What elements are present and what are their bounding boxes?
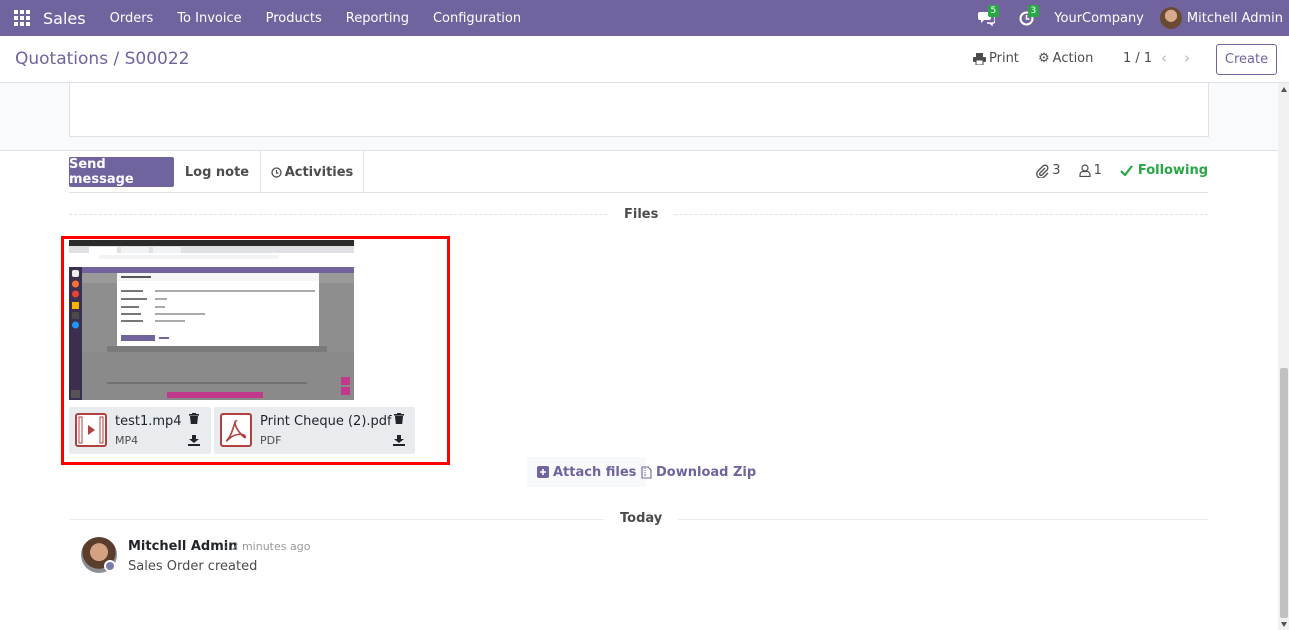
file-zip-icon <box>641 465 652 479</box>
menu-orders[interactable]: Orders <box>110 11 154 26</box>
plus-square-icon <box>537 466 549 478</box>
user-name: Mitchell Admin <box>1186 10 1283 26</box>
breadcrumb: Quotations / S00022 <box>15 49 189 69</box>
attachment-card-mp4[interactable]: test1.mp4 MP4 <box>69 407 211 454</box>
download-icon[interactable] <box>393 435 405 449</box>
control-panel: Quotations / S00022 Print ⚙ Action 1 / 1… <box>0 36 1289 83</box>
action-button[interactable]: ⚙ Action <box>1038 51 1093 66</box>
user-avatar <box>1159 7 1182 29</box>
breadcrumb-separator: / <box>113 49 120 69</box>
files-separator-label: Files <box>608 207 675 222</box>
pager-value[interactable]: 1 / 1 <box>1123 51 1152 66</box>
app-brand[interactable]: Sales <box>43 9 86 28</box>
print-label: Print <box>989 51 1019 66</box>
check-icon <box>1120 165 1133 176</box>
menu-to-invoice[interactable]: To Invoice <box>177 11 241 26</box>
following-label: Following <box>1137 163 1208 178</box>
menu-configuration[interactable]: Configuration <box>433 11 521 26</box>
attachment-name: test1.mp4 <box>115 414 182 429</box>
image-attachment-thumbnail[interactable] <box>69 240 354 400</box>
screenshot-preview-image <box>69 240 354 400</box>
attachments-count-button[interactable]: 3 <box>1035 163 1061 178</box>
gear-icon: ⚙ <box>1038 51 1050 66</box>
log-note-button[interactable]: Log note <box>174 157 260 187</box>
apps-menu-icon[interactable] <box>0 0 44 36</box>
action-label: Action <box>1052 51 1094 66</box>
following-button[interactable]: Following <box>1120 163 1208 178</box>
breadcrumb-quotations[interactable]: Quotations <box>15 49 108 69</box>
breadcrumb-current: S00022 <box>124 49 190 69</box>
trash-icon[interactable] <box>394 413 404 427</box>
followers-count: 1 <box>1093 163 1102 178</box>
attachments-count: 3 <box>1052 163 1061 178</box>
activities-label: Activities <box>284 164 354 180</box>
download-zip-button[interactable]: Download Zip <box>641 457 756 487</box>
paperclip-icon <box>1036 164 1049 178</box>
messaging-button[interactable]: 5 <box>966 0 1006 36</box>
menu-reporting[interactable]: Reporting <box>346 11 409 26</box>
trash-icon[interactable] <box>189 413 199 427</box>
attachment-type: MP4 <box>115 434 139 447</box>
attach-files-button[interactable]: Attach files <box>527 457 647 487</box>
company-switcher[interactable]: YourCompany <box>1054 11 1144 26</box>
chatter-topbar: Send message Log note Activities 3 1 Fol… <box>69 151 1208 193</box>
chatter-right-controls: 3 1 Following <box>1035 163 1208 178</box>
messages-badge: 5 <box>987 5 1000 17</box>
activities-badge: 3 <box>1027 5 1040 17</box>
followers-button[interactable]: 1 <box>1078 163 1102 178</box>
create-button[interactable]: Create <box>1216 44 1277 75</box>
message-date: - 2 minutes ago <box>224 540 311 553</box>
menu-products[interactable]: Products <box>266 11 322 26</box>
top-navbar: Sales Orders To Invoice Products Reporti… <box>0 0 1289 36</box>
print-button[interactable]: Print <box>973 51 1019 66</box>
printer-icon <box>973 52 986 65</box>
today-separator-label: Today <box>604 511 679 526</box>
attachment-type: PDF <box>260 434 282 447</box>
scroll-down-icon[interactable] <box>1281 622 1287 627</box>
user-icon <box>1078 164 1091 177</box>
pager-next-icon[interactable]: › <box>1184 49 1190 67</box>
presence-indicator <box>104 560 116 572</box>
download-icon[interactable] <box>188 435 200 449</box>
activities-button[interactable]: 3 <box>1006 0 1046 36</box>
form-content: Send message Log note Activities 3 1 Fol… <box>0 83 1278 630</box>
message-author[interactable]: Mitchell Admin <box>128 539 237 554</box>
scroll-up-icon[interactable] <box>1281 87 1287 92</box>
download-zip-label: Download Zip <box>656 464 757 480</box>
video-file-icon <box>75 413 107 447</box>
clock-icon <box>271 166 282 178</box>
form-sheet <box>69 83 1209 137</box>
pager-previous-icon[interactable]: ‹ <box>1161 49 1167 67</box>
pdf-file-icon <box>220 413 252 447</box>
send-message-button[interactable]: Send message <box>69 157 174 187</box>
activities-button-chatter[interactable]: Activities <box>260 151 364 193</box>
attachment-name: Print Cheque (2).pdf <box>260 414 392 429</box>
scrollbar-thumb[interactable] <box>1280 368 1288 618</box>
user-menu[interactable]: Mitchell Admin <box>1159 7 1283 29</box>
attachment-card-pdf[interactable]: Print Cheque (2).pdf PDF <box>214 407 415 454</box>
attach-files-label: Attach files <box>553 464 637 480</box>
message-body: Sales Order created <box>128 559 258 574</box>
